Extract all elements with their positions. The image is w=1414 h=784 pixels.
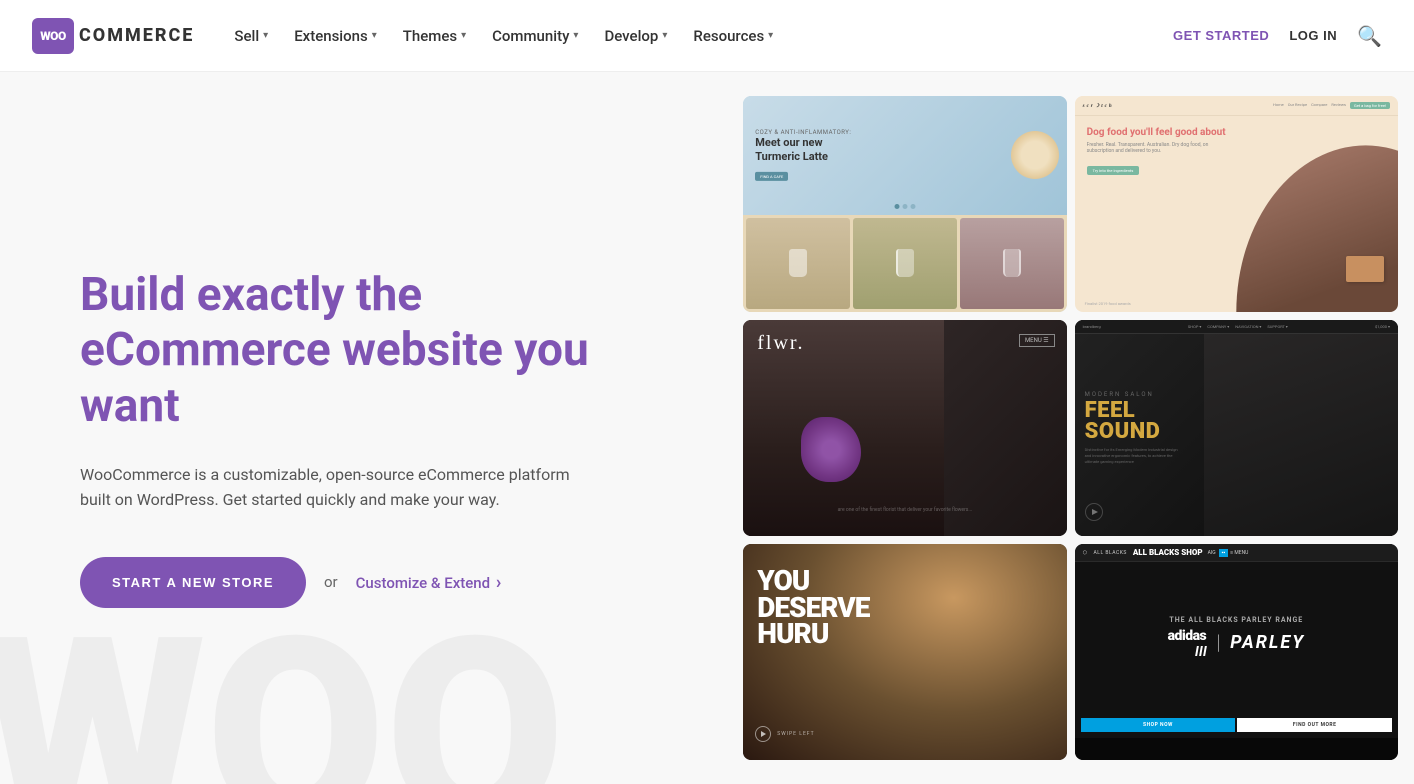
nav-develop-label: Develop: [604, 27, 658, 45]
search-icon[interactable]: 🔍: [1357, 24, 1382, 48]
logo-box: WOO: [32, 18, 74, 54]
screenshot-brandberg: brandberg SHOP ▾COMPANY ▾NAVIGATION ▾SUP…: [1075, 320, 1398, 536]
nav-links: Sell ▾ Extensions ▾ Themes ▾ Community ▾…: [222, 19, 1173, 53]
cta-or-text: or: [324, 573, 338, 591]
navbar: WOO COMMERCE Sell ▾ Extensions ▾ Themes …: [0, 0, 1414, 72]
nav-sell-label: Sell: [234, 27, 259, 45]
nav-community-label: Community: [492, 27, 569, 45]
nav-resources-chevron: ▾: [768, 30, 773, 41]
logo-woo-text: WOO: [40, 29, 66, 43]
nav-actions: GET STARTED LOG IN 🔍: [1173, 24, 1382, 48]
nav-item-develop[interactable]: Develop ▾: [592, 19, 679, 53]
nav-item-resources[interactable]: Resources ▾: [681, 19, 785, 53]
hero-right: COZY & ANTI-INFLAMMATORY: Meet our newTu…: [735, 72, 1414, 784]
all-blacks-shop-now-button[interactable]: SHOP NOW: [1081, 718, 1236, 732]
customize-extend-text: Customize & Extend: [356, 574, 490, 592]
hero-cta: START A NEW STORE or Customize & Extend …: [80, 557, 675, 608]
logo[interactable]: WOO COMMERCE: [32, 18, 194, 54]
customize-extend-link[interactable]: Customize & Extend ›: [356, 572, 502, 593]
screenshot-all-blacks: ⬡ ALL BLACKS ALL BLACKS SHOP AIG ▪▪ ≡ ME…: [1075, 544, 1398, 760]
login-button[interactable]: LOG IN: [1289, 28, 1337, 43]
nav-item-community[interactable]: Community ▾: [480, 19, 590, 53]
logo-commerce-text: COMMERCE: [79, 25, 194, 46]
nav-extensions-chevron: ▾: [372, 30, 377, 41]
nav-resources-label: Resources: [693, 27, 764, 45]
hero-watermark: WOO: [0, 604, 565, 784]
nav-themes-chevron: ▾: [461, 30, 466, 41]
cta-arrow-icon: ›: [496, 572, 501, 593]
nav-item-extensions[interactable]: Extensions ▾: [282, 19, 389, 53]
nav-develop-chevron: ▾: [662, 30, 667, 41]
screenshot-turmeric-latte: COZY & ANTI-INFLAMMATORY: Meet our newTu…: [743, 96, 1066, 312]
hero-subtitle: WooCommerce is a customizable, open-sour…: [80, 462, 600, 513]
nav-item-themes[interactable]: Themes ▾: [391, 19, 478, 53]
screenshot-scratch: scr☽tch Home Our Recipe Compare Reviews …: [1075, 96, 1398, 312]
nav-item-sell[interactable]: Sell ▾: [222, 19, 280, 53]
get-started-button[interactable]: GET STARTED: [1173, 28, 1269, 43]
nav-extensions-label: Extensions: [294, 27, 368, 45]
nav-community-chevron: ▾: [573, 30, 578, 41]
screenshot-huru: YOUDESERVEHURU SWIPE LEFT: [743, 544, 1066, 760]
nav-sell-chevron: ▾: [263, 30, 268, 41]
all-blacks-find-out-more-button[interactable]: FIND OUT MORE: [1237, 718, 1392, 732]
hero-title: Build exactly the eCommerce website you …: [80, 268, 660, 434]
start-store-button[interactable]: START A NEW STORE: [80, 557, 306, 608]
screenshot-flwr: are one of the finest florist that deliv…: [743, 320, 1066, 536]
hero-left: WOO Build exactly the eCommerce website …: [0, 72, 735, 784]
hero-section: WOO Build exactly the eCommerce website …: [0, 72, 1414, 784]
nav-themes-label: Themes: [403, 27, 457, 45]
